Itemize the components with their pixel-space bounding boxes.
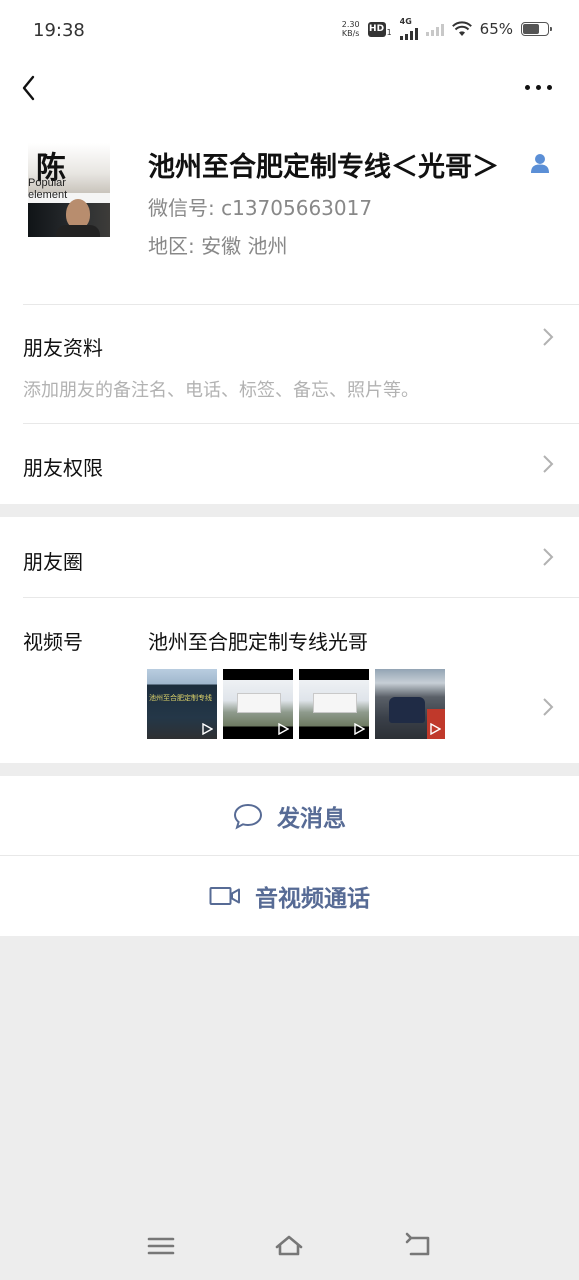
channels-name: 池州至合肥定制专线光哥 — [148, 630, 368, 654]
friend-permissions-row[interactable]: 朋友权限 — [0, 424, 579, 504]
nav-bar — [0, 64, 579, 112]
hd-icon: HD — [367, 21, 386, 37]
moments-row[interactable]: 朋友圈 — [0, 517, 579, 597]
channels-title: 视频号 — [23, 630, 83, 654]
battery-percent: 65% — [479, 20, 513, 38]
chevron-right-icon — [543, 548, 554, 566]
play-icon — [430, 723, 441, 735]
video-camera-icon — [209, 887, 240, 905]
chevron-right-icon — [543, 698, 554, 716]
friend-settings-section: 朋友资料 添加朋友的备注名、电话、标签、备忘、照片等。 朋友权限 — [0, 304, 579, 504]
send-message-button[interactable]: 发消息 — [0, 776, 579, 856]
cell-signal-icon: 4G — [399, 18, 418, 40]
play-icon — [202, 723, 213, 735]
moments-channels-section: 朋友圈 视频号 池州至合肥定制专线光哥 池州至合肥定制专线 — [0, 517, 579, 763]
chevron-right-icon — [543, 455, 554, 473]
video-call-button[interactable]: 音视频通话 — [0, 856, 579, 936]
back-icon[interactable] — [403, 1232, 433, 1260]
channels-row[interactable]: 视频号 池州至合肥定制专线光哥 池州至合肥定制专线 — [0, 598, 579, 763]
channel-thumbnails: 池州至合肥定制专线 — [147, 669, 445, 739]
moments-title: 朋友圈 — [23, 550, 83, 574]
play-icon — [354, 723, 365, 735]
chevron-right-icon — [543, 328, 554, 346]
second-signal-icon — [425, 22, 444, 36]
net-speed: 2.30 KB/s — [341, 20, 360, 38]
home-icon[interactable] — [274, 1232, 304, 1260]
friend-permissions-title: 朋友权限 — [23, 456, 103, 480]
battery-icon — [521, 22, 552, 36]
send-message-label: 发消息 — [277, 806, 346, 832]
friend-info-row[interactable]: 朋友资料 添加朋友的备注名、电话、标签、备忘、照片等。 — [0, 304, 579, 424]
channel-thumbnail[interactable]: 池州至合肥定制专线 — [147, 669, 217, 739]
video-call-label: 音视频通话 — [255, 886, 370, 912]
status-bar: 19:38 2.30 KB/s HD 1 4G 65% — [0, 0, 579, 64]
more-options-icon[interactable] — [525, 82, 555, 92]
status-time: 19:38 — [33, 20, 85, 41]
status-icons: 2.30 KB/s HD 1 4G 65% — [341, 18, 552, 40]
channel-thumbnail[interactable] — [299, 669, 369, 739]
wechat-id: 微信号: c13705663017 — [148, 196, 373, 220]
region: 地区: 安徽 池州 — [148, 234, 288, 258]
back-arrow-icon[interactable] — [16, 72, 44, 104]
hd-indicator: HD 1 — [367, 21, 392, 37]
avatar-text: Popular element — [28, 177, 68, 201]
avatar[interactable]: 陈 Popular element — [28, 143, 110, 237]
menu-icon[interactable] — [146, 1232, 176, 1260]
play-icon — [278, 723, 289, 735]
friend-info-subtitle: 添加朋友的备注名、电话、标签、备忘、照片等。 — [23, 380, 419, 401]
friend-info-title: 朋友资料 — [23, 336, 103, 360]
system-nav-bar — [0, 1220, 579, 1280]
channel-thumbnail[interactable] — [223, 669, 293, 739]
channel-thumbnail[interactable] — [375, 669, 445, 739]
profile-name: 池州至合肥定制专线＜光哥＞ — [148, 152, 499, 183]
profile-header: 陈 Popular element 池州至合肥定制专线＜光哥＞ 微信号: c13… — [0, 112, 579, 304]
wifi-icon — [451, 21, 472, 36]
contact-person-icon — [531, 154, 549, 173]
chat-bubble-icon — [233, 803, 263, 830]
